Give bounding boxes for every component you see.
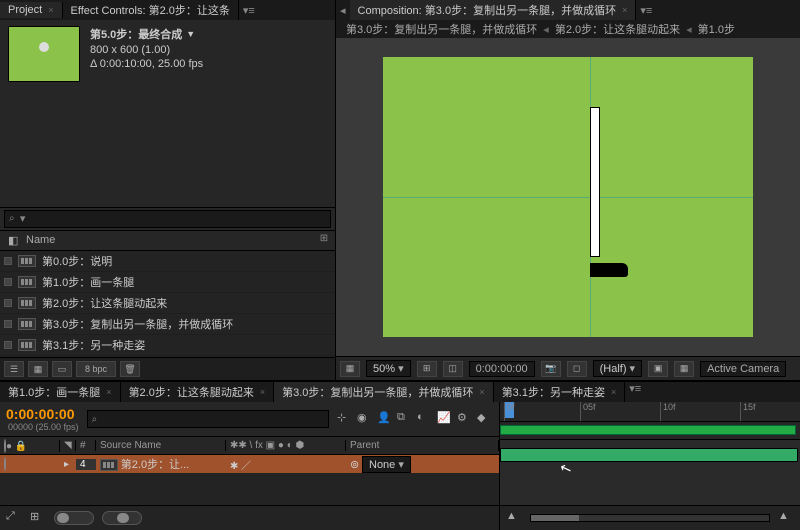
- close-icon[interactable]: ×: [48, 5, 53, 15]
- shy-icon[interactable]: 👤: [377, 411, 393, 427]
- project-item[interactable]: 第2.0步：让这条腿动起来: [0, 293, 335, 314]
- resolution-dropdown[interactable]: (Half) ▾: [593, 360, 642, 377]
- tab-composition[interactable]: Composition: 第3.0步：复制出另一条腿，并做成循环×: [350, 0, 637, 20]
- delete-button[interactable]: 🗑: [120, 361, 140, 377]
- switches-toggle[interactable]: [54, 511, 94, 525]
- project-item[interactable]: 第3.0步：复制出另一条腿，并做成循环: [0, 314, 335, 335]
- layer-bar[interactable]: [500, 448, 798, 462]
- brainstorm-icon[interactable]: ⚙: [457, 411, 473, 427]
- toggle-switches-icon[interactable]: ⊞: [30, 510, 46, 526]
- comp-dimensions: 800 x 600 (1.00): [90, 44, 203, 56]
- frame-info: 00000 (25.00 fps): [8, 422, 79, 432]
- foot-shape: [590, 263, 628, 277]
- time-ruler[interactable]: 0f 05f 10f 15f: [500, 402, 800, 422]
- layer-row[interactable]: ▸ 4 第2.0步：让... ✱ ／ ⊚ None ▾: [0, 455, 499, 473]
- time-navigator[interactable]: [530, 514, 770, 522]
- canvas[interactable]: [383, 57, 753, 337]
- layer-number: 4: [76, 459, 96, 470]
- project-item[interactable]: 第1.0步：画一条腿: [0, 272, 335, 293]
- timeline-tab[interactable]: 第2.0步：让这条腿动起来×: [121, 382, 275, 402]
- grid-icon[interactable]: ⊞: [417, 361, 437, 377]
- ruler-tick: 0f: [504, 402, 515, 421]
- layer-name: 第2.0步：让...: [121, 459, 189, 471]
- panel-menu-icon[interactable]: ▾≡: [239, 4, 259, 17]
- expand-icon[interactable]: ⤢: [6, 510, 22, 526]
- camera-dropdown[interactable]: Active Camera: [700, 361, 786, 377]
- comp-icon: [18, 318, 36, 330]
- parent-dropdown[interactable]: None ▾: [362, 456, 411, 473]
- panel-menu-icon[interactable]: ▾≡: [625, 382, 645, 402]
- comp-thumbnail: [8, 26, 80, 82]
- panel-nav-icon[interactable]: ◂: [336, 4, 350, 17]
- current-time[interactable]: 0:00:00:00: [469, 361, 535, 377]
- alpha-toggle-icon[interactable]: ▦: [340, 361, 360, 377]
- project-item[interactable]: 第3.1步：另一种走姿: [0, 335, 335, 356]
- close-icon[interactable]: ×: [622, 5, 627, 15]
- motion-blur-icon[interactable]: ◐: [417, 411, 433, 427]
- tab-effect-controls[interactable]: Effect Controls: 第2.0步：让这条: [63, 0, 239, 20]
- breadcrumb-item[interactable]: 第3.0步：复制出另一条腿，并做成循环: [340, 21, 543, 37]
- breadcrumb-item[interactable]: 第1.0步: [692, 21, 741, 37]
- flowchart-icon[interactable]: ⊞: [317, 233, 331, 245]
- new-comp-button[interactable]: ▦: [28, 361, 48, 377]
- project-search-input[interactable]: ⌕▾: [4, 210, 331, 228]
- comp-icon: [18, 255, 36, 267]
- interpret-footage-button[interactable]: ☰: [4, 361, 24, 377]
- modes-toggle[interactable]: [102, 511, 142, 525]
- leg-shape: [590, 107, 600, 257]
- breadcrumb-item[interactable]: 第2.0步：让这条腿动起来: [549, 21, 686, 37]
- composition-viewer[interactable]: [336, 38, 800, 356]
- comp-icon: [18, 297, 36, 309]
- guide-horizontal: [383, 197, 753, 198]
- ruler-tick: 15f: [740, 402, 756, 421]
- roi-icon[interactable]: ▣: [648, 361, 668, 377]
- timeline-tab[interactable]: 第3.1步：另一种走姿×: [494, 382, 626, 402]
- timeline-tab[interactable]: 第1.0步：画一条腿×: [0, 382, 121, 402]
- graph-editor-icon[interactable]: 📈: [437, 411, 453, 427]
- comp-title: 第5.0步：最终合成▼: [90, 26, 203, 42]
- tab-project[interactable]: Project×: [0, 2, 63, 18]
- layer-number-header: #: [76, 440, 96, 451]
- pickwhip-icon[interactable]: ⊚: [350, 459, 359, 471]
- type-icon-header[interactable]: ◧: [4, 233, 22, 248]
- work-area[interactable]: [500, 425, 796, 435]
- comp-icon: [18, 276, 36, 288]
- zoom-dropdown[interactable]: 50% ▾: [366, 360, 411, 377]
- project-item-list: 第0.0步：说明 第1.0步：画一条腿 第2.0步：让这条腿动起来 第3.0步：…: [0, 251, 335, 358]
- source-name-header[interactable]: Source Name: [96, 440, 226, 451]
- comp-icon: [18, 339, 36, 351]
- visibility-toggle-icon[interactable]: [4, 457, 6, 471]
- name-header[interactable]: Name: [22, 233, 59, 248]
- mask-icon[interactable]: ◫: [443, 361, 463, 377]
- dropdown-icon[interactable]: ▼: [186, 29, 195, 39]
- timeline-tab-active[interactable]: 第3.0步：复制出另一条腿，并做成循环×: [274, 382, 494, 402]
- project-item[interactable]: 第0.0步：说明: [0, 251, 335, 272]
- comp-duration: Δ 0:00:10:00, 25.00 fps: [90, 58, 203, 70]
- search-icon: ⌕: [92, 414, 98, 425]
- timecode-display[interactable]: 0:00:00:00: [6, 406, 79, 422]
- zoom-in-icon[interactable]: ▲: [778, 510, 794, 526]
- color-depth-button[interactable]: 8 bpc: [76, 361, 116, 377]
- visibility-header-icon[interactable]: [4, 439, 6, 453]
- ruler-tick: 10f: [660, 402, 676, 421]
- comp-mini-flowchart-icon[interactable]: ⊹: [337, 411, 353, 427]
- frame-blend-icon[interactable]: ⧉: [397, 411, 413, 427]
- snapshot-icon[interactable]: 📷: [541, 361, 561, 377]
- zoom-out-icon[interactable]: ▲: [506, 510, 522, 526]
- new-folder-button[interactable]: ▭: [52, 361, 72, 377]
- panel-menu-icon[interactable]: ▾≡: [636, 4, 656, 17]
- region-icon[interactable]: ◻: [567, 361, 587, 377]
- auto-keyframe-icon[interactable]: ◆: [477, 411, 493, 427]
- parent-header: Parent: [346, 440, 499, 451]
- draft-3d-icon[interactable]: ◉: [357, 411, 373, 427]
- transparency-grid-icon[interactable]: ▦: [674, 361, 694, 377]
- ruler-tick: 05f: [580, 402, 596, 421]
- timeline-search-input[interactable]: ⌕: [87, 410, 329, 428]
